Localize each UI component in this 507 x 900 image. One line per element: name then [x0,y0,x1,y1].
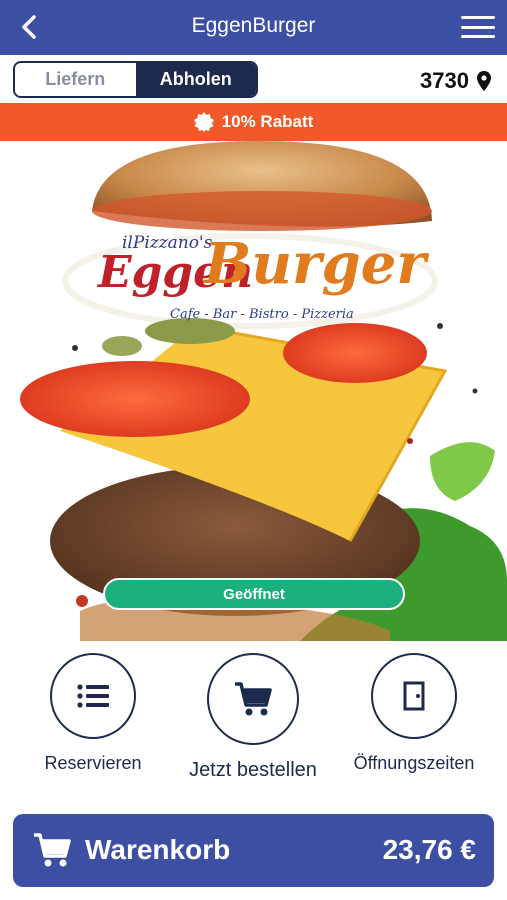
opening-hours-button[interactable] [371,653,457,739]
cart-icon [34,833,71,867]
list-icon [77,684,109,708]
zip-code: 3730 [420,68,469,93]
action-oeffnungszeiten[interactable]: Öffnungszeiten [339,653,489,774]
map-pin-icon [477,71,491,91]
hero-image: ilPizzano's Eggen Burger Cafe - Bar - Bi… [0,141,507,641]
reserve-button[interactable] [50,653,136,739]
location-selector[interactable]: 3730 [420,68,491,94]
mode-bar: Liefern Abholen 3730 [0,55,507,103]
cart-label: Warenkorb [85,834,231,865]
cart-total: 23,76 € [382,834,476,865]
mode-option-abholen[interactable]: Abholen [135,63,256,96]
reserve-label: Reservieren [44,753,142,773]
action-row: Reservieren Jetzt bestellen Öffnungszeit… [0,641,507,801]
restaurant-logo: ilPizzano's Eggen Burger Cafe - Bar - Bi… [70,229,440,339]
cart-icon [235,682,272,716]
order-now-button[interactable] [207,653,299,745]
app-title: EggenBurger [191,14,316,37]
logo-subtitle: Cafe - Bar - Bistro - Pizzeria [170,307,354,322]
action-jetzt-bestellen[interactable]: Jetzt bestellen [178,653,328,782]
badge-icon [193,112,214,132]
promo-text: 10% Rabatt [221,112,314,131]
mode-option-liefern[interactable]: Liefern [15,63,136,96]
burger-illustration [20,141,507,641]
top-bar: EggenBurger [0,0,507,55]
logo-burger-text: Burger [204,231,426,297]
cart-button[interactable]: Warenkorb 23,76 € [13,814,494,887]
promo-banner[interactable]: 10% Rabatt [0,103,507,141]
action-reservieren[interactable]: Reservieren [18,653,168,774]
order-now-label: Jetzt bestellen [189,759,317,781]
hamburger-menu-icon[interactable] [461,14,495,40]
delivery-mode-toggle: Liefern Abholen [13,61,258,98]
opening-hours-label: Öffnungszeiten [353,753,475,773]
open-status-badge[interactable]: Geöffnet [103,578,405,610]
door-icon [403,681,425,711]
